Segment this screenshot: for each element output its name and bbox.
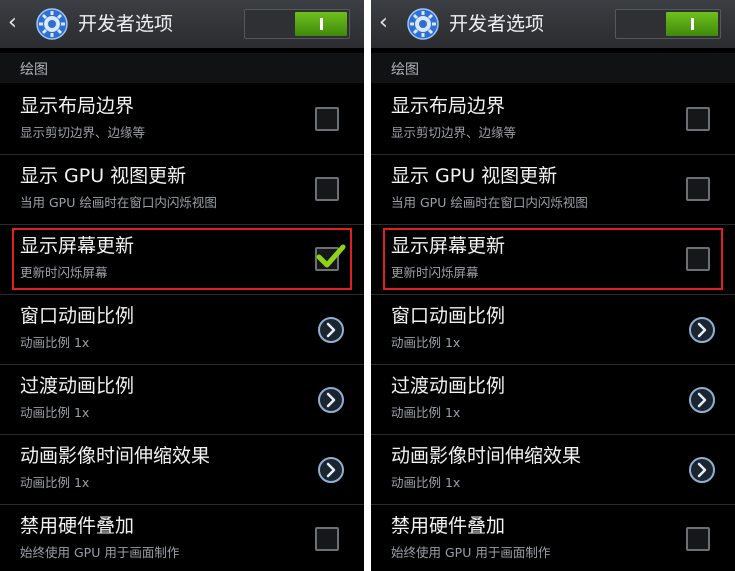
setting-title: 显示 GPU 视图更新 xyxy=(20,165,187,187)
setting-row-animator-duration-scale[interactable]: 动画影像时间伸缩效果 动画比例 1x xyxy=(0,435,364,505)
setting-title: 显示布局边界 xyxy=(20,95,135,117)
setting-row-show-layout-bounds[interactable]: 显示布局边界 显示剪切边界、边缘等 xyxy=(371,85,735,155)
setting-title: 窗口动画比例 xyxy=(20,305,135,327)
setting-row-show-screen-updates[interactable]: 显示屏幕更新 更新时闪烁屏幕 xyxy=(371,225,735,295)
developer-options-toggle[interactable] xyxy=(244,9,350,39)
back-icon[interactable]: ‹ xyxy=(8,11,28,35)
phone-panel-left: ‹ 开发者选项 绘图 显示布局边界 显示剪切边界、边缘等 显示 GPU 视图更新… xyxy=(0,0,364,571)
setting-title: 显示布局边界 xyxy=(391,95,506,117)
action-bar: ‹ 开发者选项 xyxy=(371,0,735,48)
checkbox[interactable] xyxy=(315,527,339,551)
setting-summary: 动画比例 1x xyxy=(20,405,90,420)
setting-row-window-animation-scale[interactable]: 窗口动画比例 动画比例 1x xyxy=(371,295,735,365)
setting-summary: 显示剪切边界、边缘等 xyxy=(391,125,517,140)
setting-summary: 始终使用 GPU 用于画面制作 xyxy=(391,545,551,560)
setting-row-show-screen-updates[interactable]: 显示屏幕更新 更新时闪烁屏幕 xyxy=(0,225,364,295)
setting-row-transition-animation-scale[interactable]: 过渡动画比例 动画比例 1x xyxy=(371,365,735,435)
setting-row-disable-hw-overlays[interactable]: 禁用硬件叠加 始终使用 GPU 用于画面制作 xyxy=(371,505,735,571)
setting-title: 动画影像时间伸缩效果 xyxy=(20,445,211,467)
phone-panel-right: ‹ 开发者选项 绘图 显示布局边界 显示剪切边界、边缘等 显示 GPU 视图更新… xyxy=(371,0,735,571)
setting-summary: 更新时闪烁屏幕 xyxy=(20,265,108,280)
setting-title: 显示屏幕更新 xyxy=(391,235,506,257)
chevron-right-circle-icon[interactable] xyxy=(317,316,345,344)
toggle-knob xyxy=(295,12,347,36)
section-header: 绘图 xyxy=(371,53,735,83)
setting-summary: 更新时闪烁屏幕 xyxy=(391,265,479,280)
setting-summary: 动画比例 1x xyxy=(391,475,461,490)
setting-row-disable-hw-overlays[interactable]: 禁用硬件叠加 始终使用 GPU 用于画面制作 xyxy=(0,505,364,571)
gear-icon xyxy=(407,8,439,40)
setting-summary: 动画比例 1x xyxy=(20,475,90,490)
checkbox[interactable] xyxy=(315,177,339,201)
setting-title: 禁用硬件叠加 xyxy=(391,515,506,537)
setting-row-window-animation-scale[interactable]: 窗口动画比例 动画比例 1x xyxy=(0,295,364,365)
chevron-right-circle-icon[interactable] xyxy=(688,456,716,484)
setting-row-transition-animation-scale[interactable]: 过渡动画比例 动画比例 1x xyxy=(0,365,364,435)
chevron-right-circle-icon[interactable] xyxy=(317,456,345,484)
chevron-right-circle-icon[interactable] xyxy=(688,386,716,414)
setting-title: 窗口动画比例 xyxy=(391,305,506,327)
toggle-knob xyxy=(666,12,718,36)
checkbox[interactable] xyxy=(686,177,710,201)
check-icon xyxy=(316,244,346,268)
checkbox[interactable] xyxy=(686,527,710,551)
action-bar: ‹ 开发者选项 xyxy=(0,0,364,48)
setting-summary: 动画比例 1x xyxy=(391,335,461,350)
chevron-right-circle-icon[interactable] xyxy=(688,316,716,344)
setting-summary: 当用 GPU 绘画时在窗口内闪烁视图 xyxy=(391,195,588,210)
setting-title: 过渡动画比例 xyxy=(391,375,506,397)
section-header: 绘图 xyxy=(0,53,364,83)
page-title: 开发者选项 xyxy=(78,13,174,35)
checkbox[interactable] xyxy=(686,107,710,131)
setting-row-show-gpu-view-updates[interactable]: 显示 GPU 视图更新 当用 GPU 绘画时在窗口内闪烁视图 xyxy=(0,155,364,225)
setting-row-animator-duration-scale[interactable]: 动画影像时间伸缩效果 动画比例 1x xyxy=(371,435,735,505)
setting-title: 显示屏幕更新 xyxy=(20,235,135,257)
setting-title: 显示 GPU 视图更新 xyxy=(391,165,558,187)
comparison-screenshot: ‹ 开发者选项 绘图 显示布局边界 显示剪切边界、边缘等 显示 GPU 视图更新… xyxy=(0,0,735,571)
setting-summary: 显示剪切边界、边缘等 xyxy=(20,125,146,140)
back-icon[interactable]: ‹ xyxy=(379,11,399,35)
setting-title: 过渡动画比例 xyxy=(20,375,135,397)
checkbox[interactable] xyxy=(686,247,710,271)
checkbox-checked[interactable] xyxy=(315,244,346,271)
section-label: 绘图 xyxy=(20,62,48,78)
setting-summary: 动画比例 1x xyxy=(391,405,461,420)
chevron-right-circle-icon[interactable] xyxy=(317,386,345,414)
setting-row-show-gpu-view-updates[interactable]: 显示 GPU 视图更新 当用 GPU 绘画时在窗口内闪烁视图 xyxy=(371,155,735,225)
checkbox[interactable] xyxy=(315,107,339,131)
setting-summary: 当用 GPU 绘画时在窗口内闪烁视图 xyxy=(20,195,217,210)
setting-title: 动画影像时间伸缩效果 xyxy=(391,445,582,467)
setting-title: 禁用硬件叠加 xyxy=(20,515,135,537)
developer-options-toggle[interactable] xyxy=(615,9,721,39)
setting-row-show-layout-bounds[interactable]: 显示布局边界 显示剪切边界、边缘等 xyxy=(0,85,364,155)
page-title: 开发者选项 xyxy=(449,13,545,35)
setting-summary: 始终使用 GPU 用于画面制作 xyxy=(20,545,180,560)
setting-summary: 动画比例 1x xyxy=(20,335,90,350)
section-label: 绘图 xyxy=(391,62,419,78)
gear-icon xyxy=(36,8,68,40)
